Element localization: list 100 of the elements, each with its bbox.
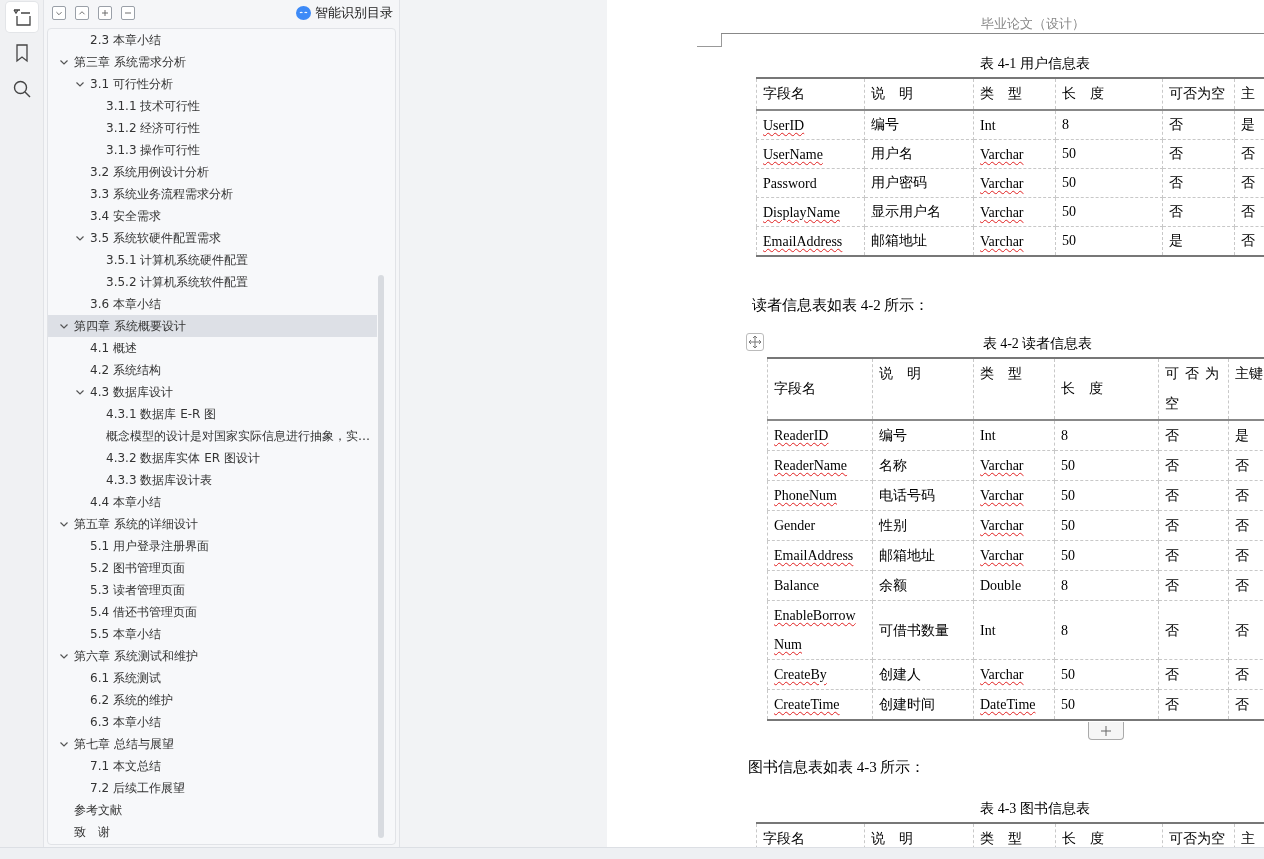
table-cell: 否 (1162, 168, 1235, 198)
outline-item[interactable]: 3.2 系统用例设计分析 (48, 161, 377, 183)
outline-item[interactable]: 5.4 借还书管理页面 (48, 601, 377, 623)
outline-item[interactable]: 3.1.1 技术可行性 (48, 95, 377, 117)
table-cell: 名称 (872, 450, 974, 481)
outline-item[interactable]: 4.3.2 数据库实体 ER 图设计 (48, 447, 377, 469)
remove-heading-button[interactable] (121, 6, 135, 20)
outline-item[interactable]: 5.5 本章小结 (48, 623, 377, 645)
table-cell: 否 (1158, 659, 1229, 690)
outline-item[interactable]: 3.1.2 经济可行性 (48, 117, 377, 139)
outline-item[interactable]: 3.1 可行性分析 (48, 73, 377, 95)
outline-item[interactable]: 致 谢 (48, 821, 377, 843)
smart-toc-button[interactable]: 智能识别目录 (296, 4, 393, 22)
add-heading-button[interactable] (98, 6, 112, 20)
outline-item[interactable]: 参考文献 (48, 799, 377, 821)
table-cell: 8 (1054, 570, 1159, 601)
outline-item[interactable]: 第七章 总结与展望 (48, 733, 377, 755)
outline-item[interactable]: 概念模型的设计是对国家实际信息进行抽象，实… (48, 425, 377, 447)
table-cell: 50 (1054, 540, 1159, 571)
table-cell: 邮箱地址 (872, 540, 974, 571)
outline-item[interactable]: 4.3.1 数据库 E-R 图 (48, 403, 377, 425)
table-cell: 否 (1158, 540, 1229, 571)
outline-item[interactable]: 3.3 系统业务流程需求分析 (48, 183, 377, 205)
table-caption: 表 4-2 读者信息表 (981, 335, 1094, 353)
outline-item[interactable]: 5.1 用户登录注册界面 (48, 535, 377, 557)
table-cell-text: Varchar (980, 547, 1024, 565)
smart-toc-icon (296, 6, 311, 20)
outline-item[interactable]: 5.2 图书管理页面 (48, 557, 377, 579)
table-cell: 50 (1055, 197, 1163, 227)
table-cell: 50 (1055, 139, 1163, 169)
outline-item[interactable]: 5.3 读者管理页面 (48, 579, 377, 601)
scrollbar-thumb[interactable] (378, 275, 384, 838)
outline-item[interactable]: 3.4 安全需求 (48, 205, 377, 227)
table-cell: 编号 (864, 110, 974, 140)
outline-item[interactable]: 4.3.3 数据库设计表 (48, 469, 377, 491)
outline-item[interactable]: 6.2 系统的维护 (48, 689, 377, 711)
collapse-all-button[interactable] (75, 6, 89, 20)
outline-item[interactable]: 2.3 本章小结 (48, 29, 377, 51)
outline-item[interactable]: 6.3 本章小结 (48, 711, 377, 733)
table-cell-text: Varchar (980, 174, 1024, 193)
outline-item[interactable]: 4.2 系统结构 (48, 359, 377, 381)
column-header: 可否为空 (1162, 78, 1235, 110)
table-cell-text: Varchar (980, 517, 1024, 535)
table-cell: 否 (1158, 600, 1229, 660)
table-cell: 50 (1054, 450, 1159, 481)
table-cell-text: UserName (763, 145, 823, 164)
table-cell-text: Varchar (980, 232, 1024, 251)
column-header: 字段名 (756, 78, 865, 110)
column-header: 类 型 (973, 78, 1056, 110)
column-header: 说 明 (864, 78, 974, 110)
table-cell: 创建人 (872, 659, 974, 690)
outline-item[interactable]: 3.5.1 计算机系统硬件配置 (48, 249, 377, 271)
table-cell-text: Int (980, 427, 996, 445)
outline-item[interactable]: 第五章 系统的详细设计 (48, 513, 377, 535)
table-cell: 否 (1158, 510, 1229, 541)
table-caption: 表 4-3 图书信息表 (979, 800, 1091, 818)
table-cell: 电话号码 (872, 480, 974, 511)
outline-item[interactable]: 7.1 本文总结 (48, 755, 377, 777)
table-cell: 用户名 (864, 139, 974, 169)
table-cell-text: Varchar (980, 457, 1024, 475)
table-cell: 可借书数量 (872, 600, 974, 660)
table-cell: 显示用户名 (864, 197, 974, 227)
move-handle-icon[interactable] (746, 333, 764, 351)
outline-item[interactable]: 3.6 本章小结 (48, 293, 377, 315)
table-cell-text: Double (980, 577, 1022, 595)
table-cell: 8 (1054, 420, 1159, 451)
column-header: 类 型 (973, 358, 1055, 420)
table-cell: 性别 (872, 510, 974, 541)
page-corner-mark (697, 34, 722, 47)
table-cell: 否 (1158, 420, 1229, 451)
column-header: 长 度 (1055, 78, 1163, 110)
outline-item[interactable]: 4.3 数据库设计 (48, 381, 377, 403)
outline-icon[interactable] (5, 2, 38, 32)
outline-item[interactable]: 4.4 本章小结 (48, 491, 377, 513)
outline-item[interactable]: 第四章 系统概要设计 (48, 315, 377, 337)
table-cell: 编号 (872, 420, 974, 451)
table-cell-text: Varchar (980, 203, 1024, 222)
outline-item[interactable]: 第三章 系统需求分析 (48, 51, 377, 73)
table-cell-text: Int (980, 621, 996, 640)
outline-item[interactable]: 3.1.3 操作可行性 (48, 139, 377, 161)
plus-icon (1101, 725, 1111, 736)
table-cell-text: Varchar (980, 487, 1024, 505)
table-cell-text: Gender (774, 517, 816, 535)
column-header: 长 度 (1054, 358, 1159, 420)
outline-item[interactable]: 第六章 系统测试和维护 (48, 645, 377, 667)
table-cell: 用户密码 (864, 168, 974, 198)
outline-item[interactable]: 6.1 系统测试 (48, 667, 377, 689)
outline-item[interactable]: 3.5.2 计算机系统软件配置 (48, 271, 377, 293)
column-header: 字段名 (767, 358, 873, 420)
outline-item[interactable]: 4.1 概述 (48, 337, 377, 359)
table-cell: 否 (1158, 570, 1229, 601)
expand-all-button[interactable] (52, 6, 66, 20)
table-cell-text: Int (980, 116, 996, 135)
plus-icon (99, 7, 111, 19)
outline-item[interactable]: 3.5 系统软硬件配置需求 (48, 227, 377, 249)
table-cell: 否 (1158, 450, 1229, 481)
table-cell: 否 (1162, 139, 1235, 169)
outline-item[interactable]: 7.2 后续工作展望 (48, 777, 377, 799)
table-cell: 50 (1054, 480, 1159, 511)
table-cell-text: DateTime (980, 696, 1036, 714)
